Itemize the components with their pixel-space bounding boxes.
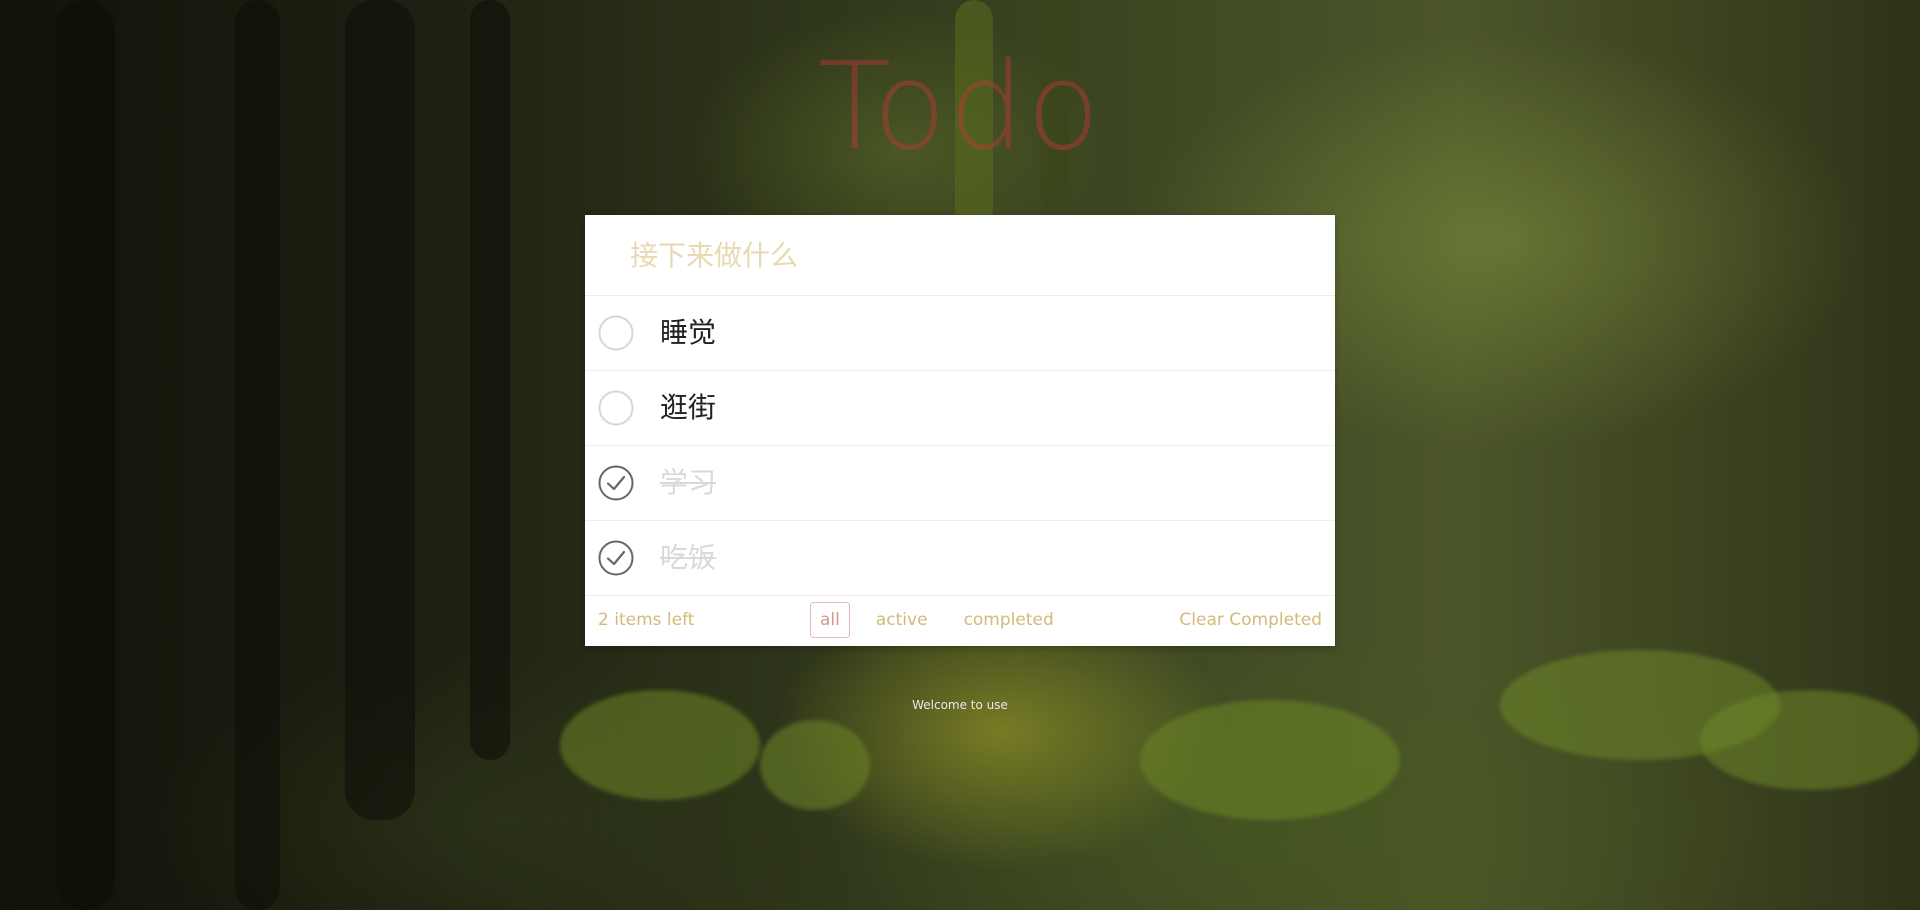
filter-completed[interactable]: completed — [954, 602, 1064, 638]
clear-completed-button[interactable]: Clear Completed — [1179, 594, 1322, 646]
welcome-text: Welcome to use — [912, 698, 1008, 712]
todo-card: 睡觉 逛街 学习 吃饭 2 items left all active comp… — [585, 215, 1335, 646]
todo-item: 吃饭 — [585, 521, 1335, 596]
new-todo-input[interactable] — [585, 215, 1335, 296]
todo-item: 睡觉 — [585, 296, 1335, 371]
todo-footer: 2 items left all active completed Clear … — [585, 594, 1335, 646]
items-left-count: 2 items left — [598, 610, 695, 630]
app-title: Todo — [818, 38, 1102, 177]
circle-icon[interactable] — [598, 390, 634, 426]
filter-active[interactable]: active — [866, 602, 938, 638]
todo-list: 睡觉 逛街 学习 吃饭 — [585, 296, 1335, 596]
todo-text[interactable]: 睡觉 — [660, 296, 716, 370]
check-circle-icon[interactable] — [598, 540, 634, 576]
todo-text[interactable]: 逛街 — [660, 371, 716, 445]
todo-text[interactable]: 学习 — [660, 446, 716, 520]
todo-text[interactable]: 吃饭 — [660, 521, 716, 595]
todo-item: 逛街 — [585, 371, 1335, 446]
filter-group: all active completed — [810, 602, 1080, 638]
check-circle-icon[interactable] — [598, 465, 634, 501]
circle-icon[interactable] — [598, 315, 634, 351]
todo-item: 学习 — [585, 446, 1335, 521]
filter-all[interactable]: all — [810, 602, 850, 638]
